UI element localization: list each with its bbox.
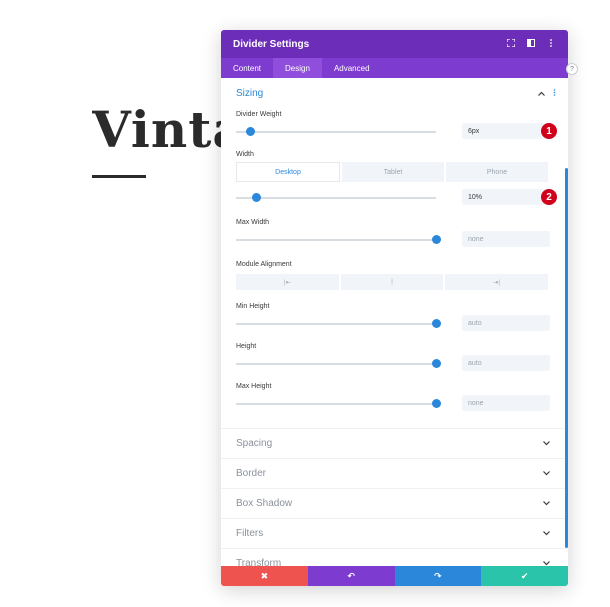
width-track[interactable] <box>236 197 436 199</box>
section-menu-icon[interactable] <box>553 88 556 98</box>
step-badge-2: 2 <box>541 189 557 205</box>
divider-weight-knob[interactable] <box>245 127 255 136</box>
chevron-down-icon <box>543 469 550 478</box>
device-tabs: Desktop Tablet Phone <box>236 162 550 182</box>
height-track[interactable] <box>236 363 436 365</box>
tab-content[interactable]: Content <box>221 58 273 78</box>
section-title: Spacing <box>236 438 273 449</box>
sizing-section-header[interactable]: Sizing <box>221 78 568 108</box>
undo-button[interactable]: ↶ <box>307 566 395 586</box>
max-height-slider-row: none <box>221 392 568 416</box>
min-height-label: Min Height <box>236 302 270 310</box>
divider-weight-track[interactable] <box>236 131 436 133</box>
height-input[interactable]: auto <box>462 355 550 371</box>
chevron-down-icon <box>543 529 550 538</box>
page-divider <box>92 175 146 178</box>
split-view-icon[interactable] <box>526 39 536 49</box>
max-width-input[interactable]: none <box>462 231 550 247</box>
width-knob[interactable] <box>251 193 261 202</box>
width-label: Width <box>236 150 254 158</box>
width-input[interactable]: 10% <box>462 189 550 205</box>
device-tab-desktop[interactable]: Desktop <box>236 162 340 182</box>
section-transform[interactable]: Transform <box>221 548 568 566</box>
max-height-input[interactable]: none <box>462 395 550 411</box>
align-left-button[interactable]: |⇤ <box>236 274 339 290</box>
height-slider-row: auto <box>221 352 568 376</box>
section-title: Box Shadow <box>236 498 293 509</box>
save-button[interactable]: ✔ <box>481 566 568 586</box>
height-label: Height <box>236 342 257 350</box>
min-height-input[interactable]: auto <box>462 315 550 331</box>
max-width-knob[interactable] <box>431 235 441 244</box>
align-right-button[interactable]: ⇥| <box>445 274 549 290</box>
device-tab-phone[interactable]: Phone <box>446 162 548 182</box>
header-icons <box>506 38 556 49</box>
min-height-track[interactable] <box>236 323 436 325</box>
more-vertical-icon[interactable] <box>546 39 556 49</box>
max-height-label: Max Height <box>236 382 272 390</box>
panel-content: Sizing Divider Weight 6px 1 Width Deskto… <box>221 78 568 566</box>
max-width-track[interactable] <box>236 239 436 241</box>
redo-button[interactable]: ↷ <box>394 566 482 586</box>
device-tab-tablet[interactable]: Tablet <box>342 162 444 182</box>
step-badge-1: 1 <box>541 123 557 139</box>
module-alignment-options: |⇤ | ⇥| <box>236 274 550 290</box>
page-heading: Vintag <box>92 100 232 159</box>
tab-advanced[interactable]: Advanced <box>322 58 382 78</box>
panel-tabs: Content Design Advanced <box>221 58 568 78</box>
min-height-slider-row: auto <box>221 312 568 336</box>
max-height-knob[interactable] <box>431 399 441 408</box>
help-icon[interactable]: ? <box>566 63 578 75</box>
tab-design[interactable]: Design <box>273 58 322 78</box>
panel-title: Divider Settings <box>233 38 310 50</box>
panel-footer: ✖ ↶ ↷ ✔ <box>221 566 568 586</box>
divider-weight-label: Divider Weight <box>236 110 282 118</box>
cancel-button[interactable]: ✖ <box>221 566 308 586</box>
chevron-down-icon <box>543 499 550 508</box>
fullscreen-icon[interactable] <box>506 38 516 49</box>
max-width-slider-row: none <box>221 228 568 252</box>
section-border[interactable]: Border <box>221 458 568 488</box>
min-height-knob[interactable] <box>431 319 441 328</box>
max-height-track[interactable] <box>236 403 436 405</box>
width-slider-row: 10% 2 <box>221 186 568 210</box>
section-title: Border <box>236 468 267 479</box>
max-width-label: Max Width <box>236 218 270 226</box>
sizing-title: Sizing <box>236 87 264 99</box>
divider-weight-slider-row: 6px 1 <box>221 120 568 144</box>
section-filters[interactable]: Filters <box>221 518 568 548</box>
chevron-down-icon <box>543 439 550 448</box>
module-alignment-label: Module Alignment <box>236 260 292 268</box>
chevron-up-icon[interactable] <box>538 89 545 98</box>
align-center-button[interactable]: | <box>340 274 444 290</box>
panel-scrollbar[interactable] <box>565 168 568 548</box>
section-title: Filters <box>236 528 264 539</box>
divider-settings-panel: Divider Settings Content Design Advanced… <box>221 30 568 586</box>
section-title: Transform <box>236 558 282 566</box>
section-box-shadow[interactable]: Box Shadow <box>221 488 568 518</box>
chevron-down-icon <box>543 559 550 566</box>
panel-header: Divider Settings <box>221 30 568 58</box>
section-spacing[interactable]: Spacing <box>221 428 568 458</box>
height-knob[interactable] <box>431 359 441 368</box>
divider-weight-input[interactable]: 6px <box>462 123 550 139</box>
